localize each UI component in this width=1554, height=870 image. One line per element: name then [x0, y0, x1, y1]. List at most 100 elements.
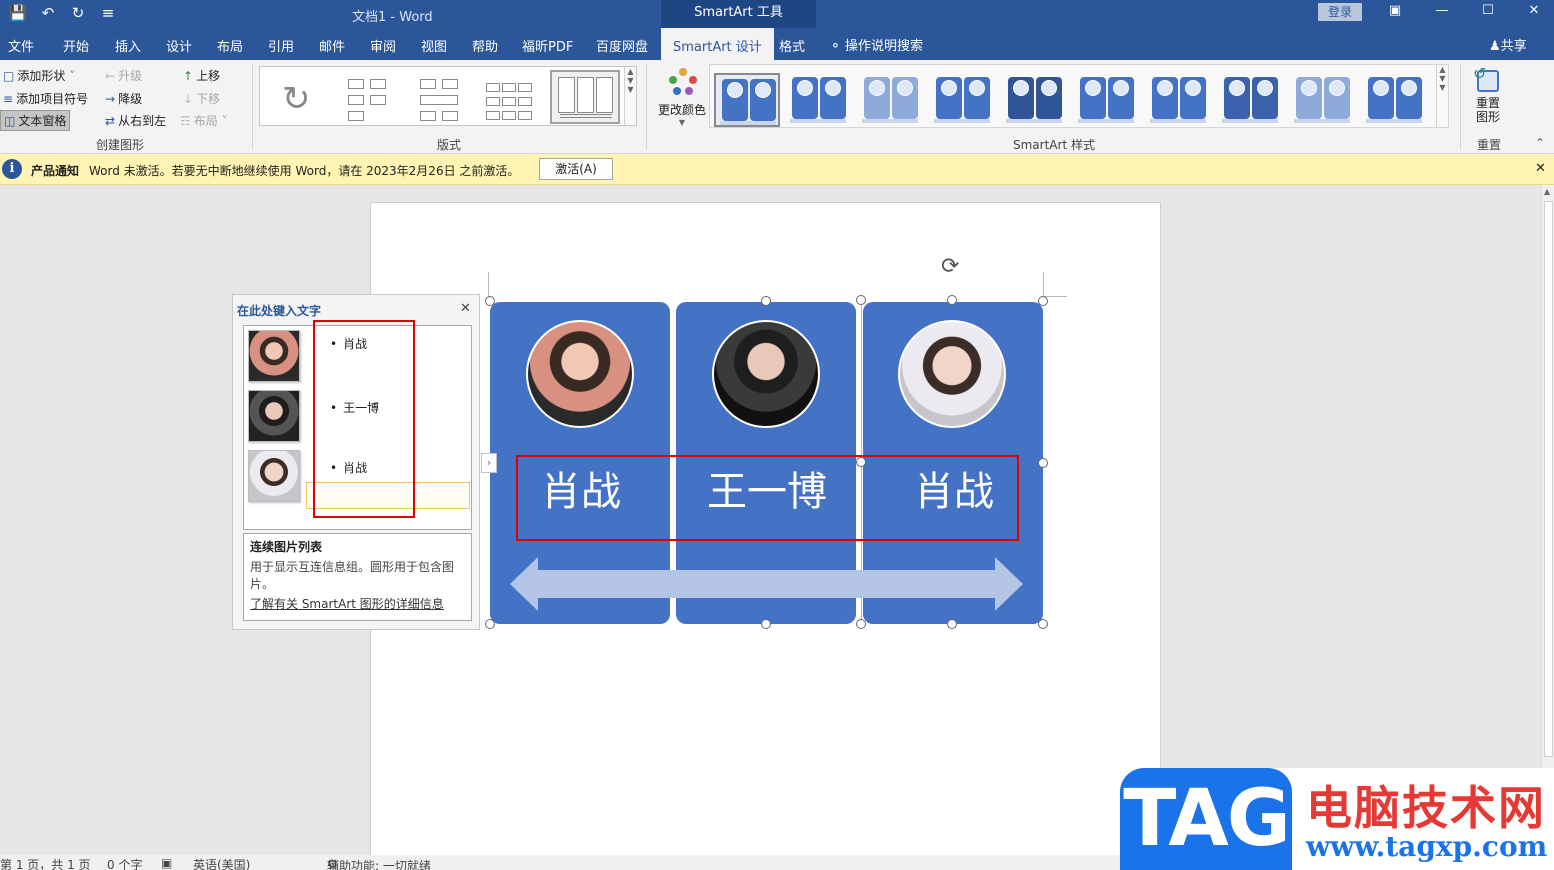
layout-thumb-cycle[interactable]: ↻ [268, 73, 324, 125]
tab-home[interactable]: 开始 [63, 36, 89, 55]
shape-handle[interactable] [947, 619, 957, 629]
style-thumb-dot [897, 80, 913, 96]
style-thumb-card [892, 77, 918, 119]
redo-icon[interactable]: ↻ [68, 3, 88, 23]
resize-handle-sw[interactable] [485, 619, 495, 629]
style-thumb-7[interactable] [1146, 73, 1212, 127]
resize-handle-ne[interactable] [1038, 296, 1048, 306]
notice-close-icon[interactable]: ✕ [1535, 161, 1546, 176]
layout-thumb-process[interactable] [340, 73, 396, 125]
style-thumb-bar [1078, 119, 1134, 123]
style-thumb-2[interactable] [786, 73, 852, 127]
resize-handle-e[interactable] [1038, 458, 1048, 468]
styles-gallery-scroll[interactable]: ▲ ▼ ▼ [1436, 65, 1448, 127]
smartart-photo-2[interactable] [712, 320, 820, 428]
layout-thumb-continuous-picture-list[interactable] [550, 70, 620, 124]
smartart-photo-1[interactable] [526, 320, 634, 428]
share-button[interactable]: ♟共享 [1489, 35, 1527, 54]
tab-format[interactable]: 格式 [779, 36, 805, 55]
text-pane-title: 在此处键入文字 [237, 304, 322, 318]
style-thumb-5[interactable] [1002, 73, 1068, 127]
style-thumb-6[interactable] [1074, 73, 1140, 127]
style-thumb-card [1108, 77, 1134, 119]
word-count[interactable]: 0 个字 [107, 856, 142, 870]
minimize-icon[interactable]: — [1432, 3, 1452, 18]
style-thumb-card [1296, 77, 1322, 119]
maximize-icon[interactable]: ☐ [1478, 3, 1498, 18]
tab-foxit-pdf[interactable]: 福昕PDF [522, 36, 573, 55]
tab-view[interactable]: 视图 [421, 36, 447, 55]
save-icon[interactable]: 💾 [8, 3, 28, 23]
tab-design[interactable]: 设计 [166, 36, 192, 55]
layout-button[interactable]: ☶ 布局 ˅ [180, 112, 228, 129]
tab-review[interactable]: 审阅 [370, 36, 396, 55]
style-thumb-10[interactable] [1362, 73, 1428, 127]
cycle-icon: ↻ [282, 79, 311, 119]
tab-mailings[interactable]: 邮件 [319, 36, 345, 55]
smartart-photo-3[interactable] [898, 320, 1006, 428]
group-label-layouts: 版式 [437, 138, 462, 152]
vertical-scrollbar[interactable]: ▲ [1541, 185, 1554, 855]
ribbon-display-icon[interactable]: ▣ [1385, 3, 1405, 18]
tab-references[interactable]: 引用 [268, 36, 294, 55]
add-bullet-button[interactable]: ≡ 添加项目符号 [3, 90, 88, 107]
proofing-icon[interactable]: ▣ [161, 856, 172, 870]
tab-insert[interactable]: 插入 [115, 36, 141, 55]
layouts-gallery-scroll[interactable]: ▲ ▼ ▼ [624, 67, 636, 125]
customize-qat-icon[interactable]: ≡ [98, 3, 118, 23]
text-pane-close-icon[interactable]: ✕ [460, 301, 471, 316]
scrollbar-thumb[interactable] [1544, 201, 1553, 757]
tab-layout[interactable]: 布局 [217, 36, 243, 55]
right-to-left-button[interactable]: ⇄ 从右到左 [105, 112, 166, 129]
arrow-left-icon: ← [105, 69, 116, 83]
login-button[interactable]: 登录 [1318, 3, 1362, 21]
watermark-site-name: 电脑技术网 [1306, 781, 1546, 835]
tab-baidu-netdisk[interactable]: 百度网盘 [596, 36, 648, 55]
resize-handle-nw[interactable] [485, 296, 495, 306]
watermark-url: www.tagxp.com [1306, 830, 1548, 863]
text-pane-thumb-3[interactable] [248, 450, 300, 502]
promote-button[interactable]: ← 升级 [105, 67, 142, 84]
undo-icon[interactable]: ↶ [38, 3, 58, 23]
style-thumb-3[interactable] [858, 73, 924, 127]
language[interactable]: 英语(美国) [193, 856, 250, 870]
rotate-handle-icon[interactable]: ⟳ [941, 254, 959, 279]
style-thumb-9[interactable] [1290, 73, 1356, 127]
style-thumb-1[interactable] [714, 73, 780, 127]
text-pane-button[interactable]: ◫ 文本窗格 [0, 110, 71, 131]
layout-thumb-hierarchy[interactable] [412, 73, 468, 125]
text-pane-toggle-icon[interactable]: › [481, 453, 497, 473]
add-shape-button[interactable]: □ 添加形状 ˅ [3, 67, 75, 84]
text-pane-thumb-1[interactable] [248, 330, 300, 382]
activate-button[interactable]: 激活(A) [539, 158, 613, 180]
shape-handle[interactable] [947, 295, 957, 305]
shape-handle[interactable] [856, 295, 866, 305]
collapse-ribbon-icon[interactable]: ⌃ [1535, 136, 1545, 150]
style-thumb-card [1396, 77, 1422, 119]
tab-file[interactable]: 文件 [8, 36, 34, 55]
demote-button[interactable]: → 降级 [105, 90, 142, 107]
resize-handle-se[interactable] [1038, 619, 1048, 629]
reset-graphic-icon: ↺ [1473, 64, 1503, 96]
move-down-button[interactable]: ↓ 下移 [183, 90, 220, 107]
page-count[interactable]: 第 1 页，共 1 页 [0, 856, 91, 870]
tab-help[interactable]: 帮助 [472, 36, 498, 55]
learn-more-link[interactable]: 了解有关 SmartArt 图形的详细信息 [250, 595, 465, 612]
change-colors-button[interactable]: 更改颜色 ▼ [655, 66, 709, 130]
resize-handle-n[interactable] [761, 296, 771, 306]
resize-handle-s[interactable] [761, 619, 771, 629]
style-thumb-dot [969, 80, 985, 96]
move-up-button[interactable]: ↑ 上移 [183, 67, 220, 84]
close-icon[interactable]: ✕ [1524, 3, 1544, 18]
shape-handle[interactable] [856, 619, 866, 629]
tell-me-search[interactable]: ⚬ 操作说明搜索 [830, 35, 923, 54]
ribbon: □ 添加形状 ˅ ≡ 添加项目符号 ◫ 文本窗格 ← 升级 → 降级 ⇄ 从右到左 ↑ 上移 … [0, 60, 1554, 154]
scroll-up-icon[interactable]: ▲ [1544, 187, 1550, 196]
layout-thumb-grid[interactable] [482, 73, 538, 125]
style-thumb-4[interactable] [930, 73, 996, 127]
tab-smartart-design[interactable]: SmartArt 设计 [661, 28, 774, 60]
style-thumb-dot [825, 80, 841, 96]
reset-graphic-button[interactable]: ↺ 重置 图形 [1468, 64, 1508, 130]
text-pane-thumb-2[interactable] [248, 390, 300, 442]
style-thumb-8[interactable] [1218, 73, 1284, 127]
